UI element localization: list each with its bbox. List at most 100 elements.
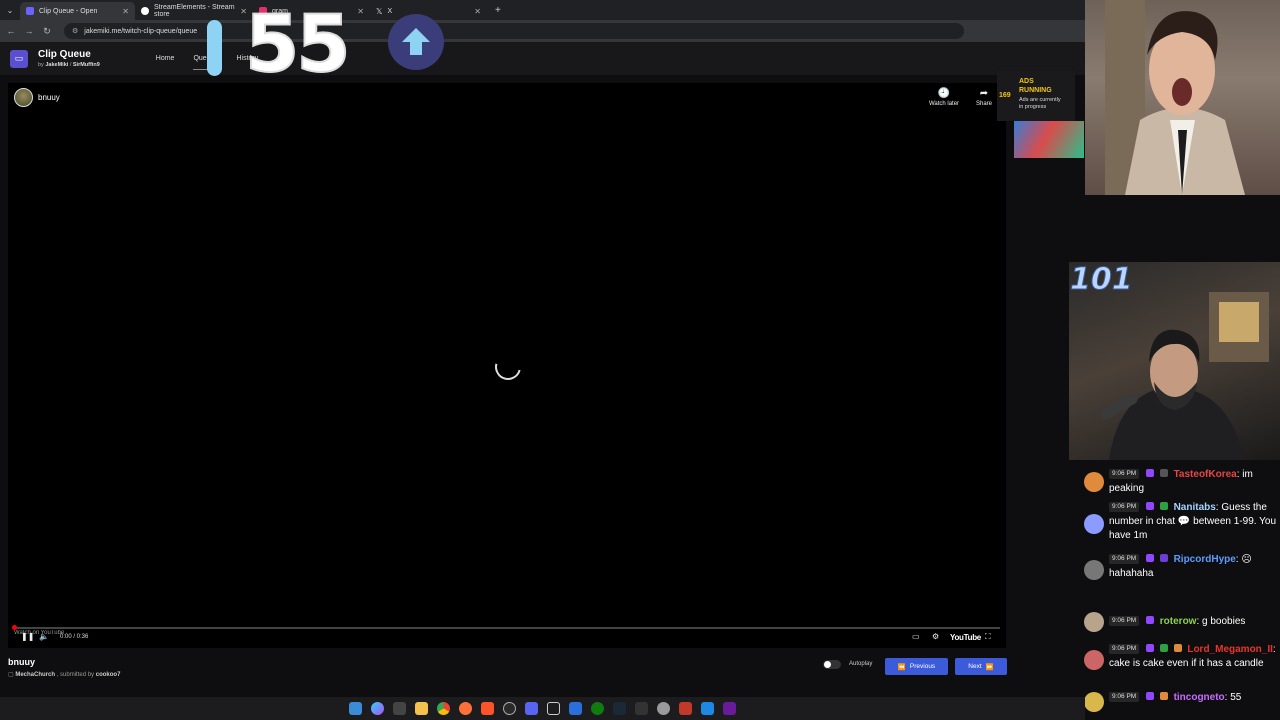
close-tab-icon[interactable]: ✕ [357, 7, 364, 16]
chat-username[interactable]: RipcordHype [1174, 554, 1236, 565]
video-player[interactable]: bnuuy 🕘 Watch later ➦ Share Watch on You… [8, 83, 1006, 648]
c-app-icon[interactable] [547, 702, 560, 715]
tab-streamelements[interactable]: StreamElements - Stream store ✕ [135, 2, 253, 20]
task-view-icon[interactable] [393, 702, 406, 715]
watch-later-label: Watch later [928, 101, 960, 107]
chat-badge-icon [1159, 469, 1168, 477]
chat-message: 9:06 PM TasteofKorea: im peaking [1109, 468, 1277, 496]
back-arrow-icon[interactable]: ← [4, 26, 18, 36]
captions-icon[interactable]: ▭ [912, 632, 920, 641]
tab-label: Clip Queue - Open [39, 7, 98, 15]
clip-channel[interactable]: MechaChurch [15, 672, 55, 678]
clip-meta: ▢ MechaChurch , submitted by cookoo7 [8, 671, 120, 678]
app2-icon[interactable] [657, 702, 670, 715]
author-separator: / [69, 62, 72, 68]
app3-icon[interactable] [679, 702, 692, 715]
browser-tab-bar: ⌄ Clip Queue - Open ✕ StreamElements - S… [0, 0, 1085, 20]
app4-icon[interactable] [701, 702, 714, 715]
pause-icon[interactable]: ❚❚ [21, 632, 34, 641]
url-input[interactable]: ⚙ jakemiki.me/twitch-clip-queue/queue [64, 23, 964, 39]
reload-icon[interactable]: ↻ [40, 26, 54, 37]
share-label: Share [975, 101, 992, 107]
brave-icon[interactable] [481, 702, 494, 715]
tab-clip-queue[interactable]: Clip Queue - Open ✕ [20, 2, 135, 20]
chat-avatar [1084, 692, 1104, 712]
ads-title-text: ADS RUNNING [1019, 78, 1052, 94]
nav-home[interactable]: Home [156, 55, 175, 62]
player-channel-name[interactable]: bnuuy [38, 93, 60, 102]
overlay-guess-number: 55 [244, 0, 352, 91]
previous-button[interactable]: ⏪ Previous [885, 658, 948, 675]
file-explorer-icon[interactable] [415, 702, 428, 715]
chat-message: 9:06 PM Nanitabs: Guess the number in ch… [1109, 501, 1277, 543]
clip-submitter: cookoo7 [95, 672, 121, 678]
overlay-up-arrow-icon [388, 14, 444, 70]
site-info-icon[interactable]: ⚙ [72, 27, 78, 35]
chat-username[interactable]: Nanitabs [1174, 502, 1216, 513]
chat-username[interactable]: Lord_Megamon_II [1187, 644, 1273, 655]
loading-spinner-icon [490, 349, 526, 385]
overlay-timer-bar [207, 20, 222, 76]
app-icon[interactable] [569, 702, 582, 715]
epic-games-icon[interactable] [635, 702, 648, 715]
forward-arrow-icon[interactable]: → [22, 26, 36, 36]
windows-start-icon[interactable] [349, 702, 362, 715]
sub-badge-icon [1146, 554, 1154, 562]
steam-icon[interactable] [613, 702, 626, 715]
youtube-logo-link[interactable]: YouTube [950, 633, 981, 642]
chat-badge-icon [1159, 554, 1168, 562]
progress-scrubber[interactable] [12, 625, 17, 630]
fullscreen-icon[interactable]: ⛶ [985, 632, 991, 642]
clock-icon: 🕘 [937, 88, 951, 99]
autoplay-toggle[interactable] [823, 660, 841, 669]
chat-username[interactable]: TasteofKorea [1174, 469, 1237, 480]
chat-badge-icon [1159, 644, 1168, 652]
settings-gear-icon[interactable]: ⚙ [932, 632, 939, 641]
chrome-icon[interactable] [437, 702, 450, 715]
channel-avatar[interactable] [14, 88, 33, 107]
windows-taskbar [0, 697, 1085, 720]
volume-icon[interactable]: 🔈 [39, 632, 49, 641]
next-label: Next [968, 663, 982, 670]
tab-menu-chevron-icon[interactable]: ⌄ [0, 0, 20, 20]
chat-username[interactable]: roterow [1160, 616, 1197, 627]
author-sirmuffin-link[interactable]: SirMuffin9 [73, 62, 100, 68]
sub-badge-icon [1146, 469, 1154, 477]
chat-timestamp: 9:06 PM [1109, 692, 1140, 702]
sub-badge-icon [1146, 502, 1154, 510]
fast-forward-icon: ⏩ [985, 663, 994, 671]
sub-badge-icon [1146, 692, 1154, 700]
chat-text: : g boobies [1196, 616, 1246, 627]
chat-username[interactable]: tincogneto [1174, 692, 1225, 703]
screen: ⌄ Clip Queue - Open ✕ StreamElements - S… [0, 0, 1280, 720]
autoplay-label: Autoplay [849, 661, 873, 667]
app-header: ▭ Clip Queue by JakeMiki / SirMuffin9 Ho… [0, 42, 1085, 75]
app-title-block: Clip Queue by JakeMiki / SirMuffin9 [38, 49, 100, 68]
app5-icon[interactable] [723, 702, 736, 715]
discord-icon[interactable] [525, 702, 538, 715]
url-text: jakemiki.me/twitch-clip-queue/queue [84, 27, 198, 35]
chat-avatar [1084, 612, 1104, 632]
close-tab-icon[interactable]: ✕ [122, 7, 129, 16]
chat-badge-icon [1159, 692, 1168, 700]
copilot-icon[interactable] [371, 702, 384, 715]
new-tab-plus-icon[interactable]: + [495, 5, 501, 16]
rewind-icon: ⏪ [897, 663, 906, 671]
watch-later-button[interactable]: 🕘 Watch later [924, 88, 964, 107]
time-display: 0:00 / 0:36 [60, 634, 89, 640]
firefox-icon[interactable] [459, 702, 472, 715]
chat-badge-icon [1159, 502, 1168, 510]
next-button[interactable]: Next ⏩ [955, 658, 1007, 675]
ads-title: ADS RUNNING [1019, 77, 1063, 95]
author-jakemiki-link[interactable]: JakeMiki [45, 62, 68, 68]
chat-avatar [1084, 650, 1104, 670]
chat-avatar [1084, 560, 1104, 580]
close-tab-icon[interactable]: ✕ [474, 7, 481, 16]
progress-bar[interactable] [12, 625, 1000, 630]
clip-queue-logo-icon[interactable]: ▭ [10, 49, 28, 68]
submitted-by-prefix: , submitted by [56, 672, 95, 678]
obs-icon[interactable] [503, 702, 516, 715]
xbox-icon[interactable] [591, 702, 604, 715]
chat-panel: 9:06 PM TasteofKorea: im peaking 9:06 PM… [1069, 464, 1280, 720]
tab-label: X [387, 7, 393, 15]
